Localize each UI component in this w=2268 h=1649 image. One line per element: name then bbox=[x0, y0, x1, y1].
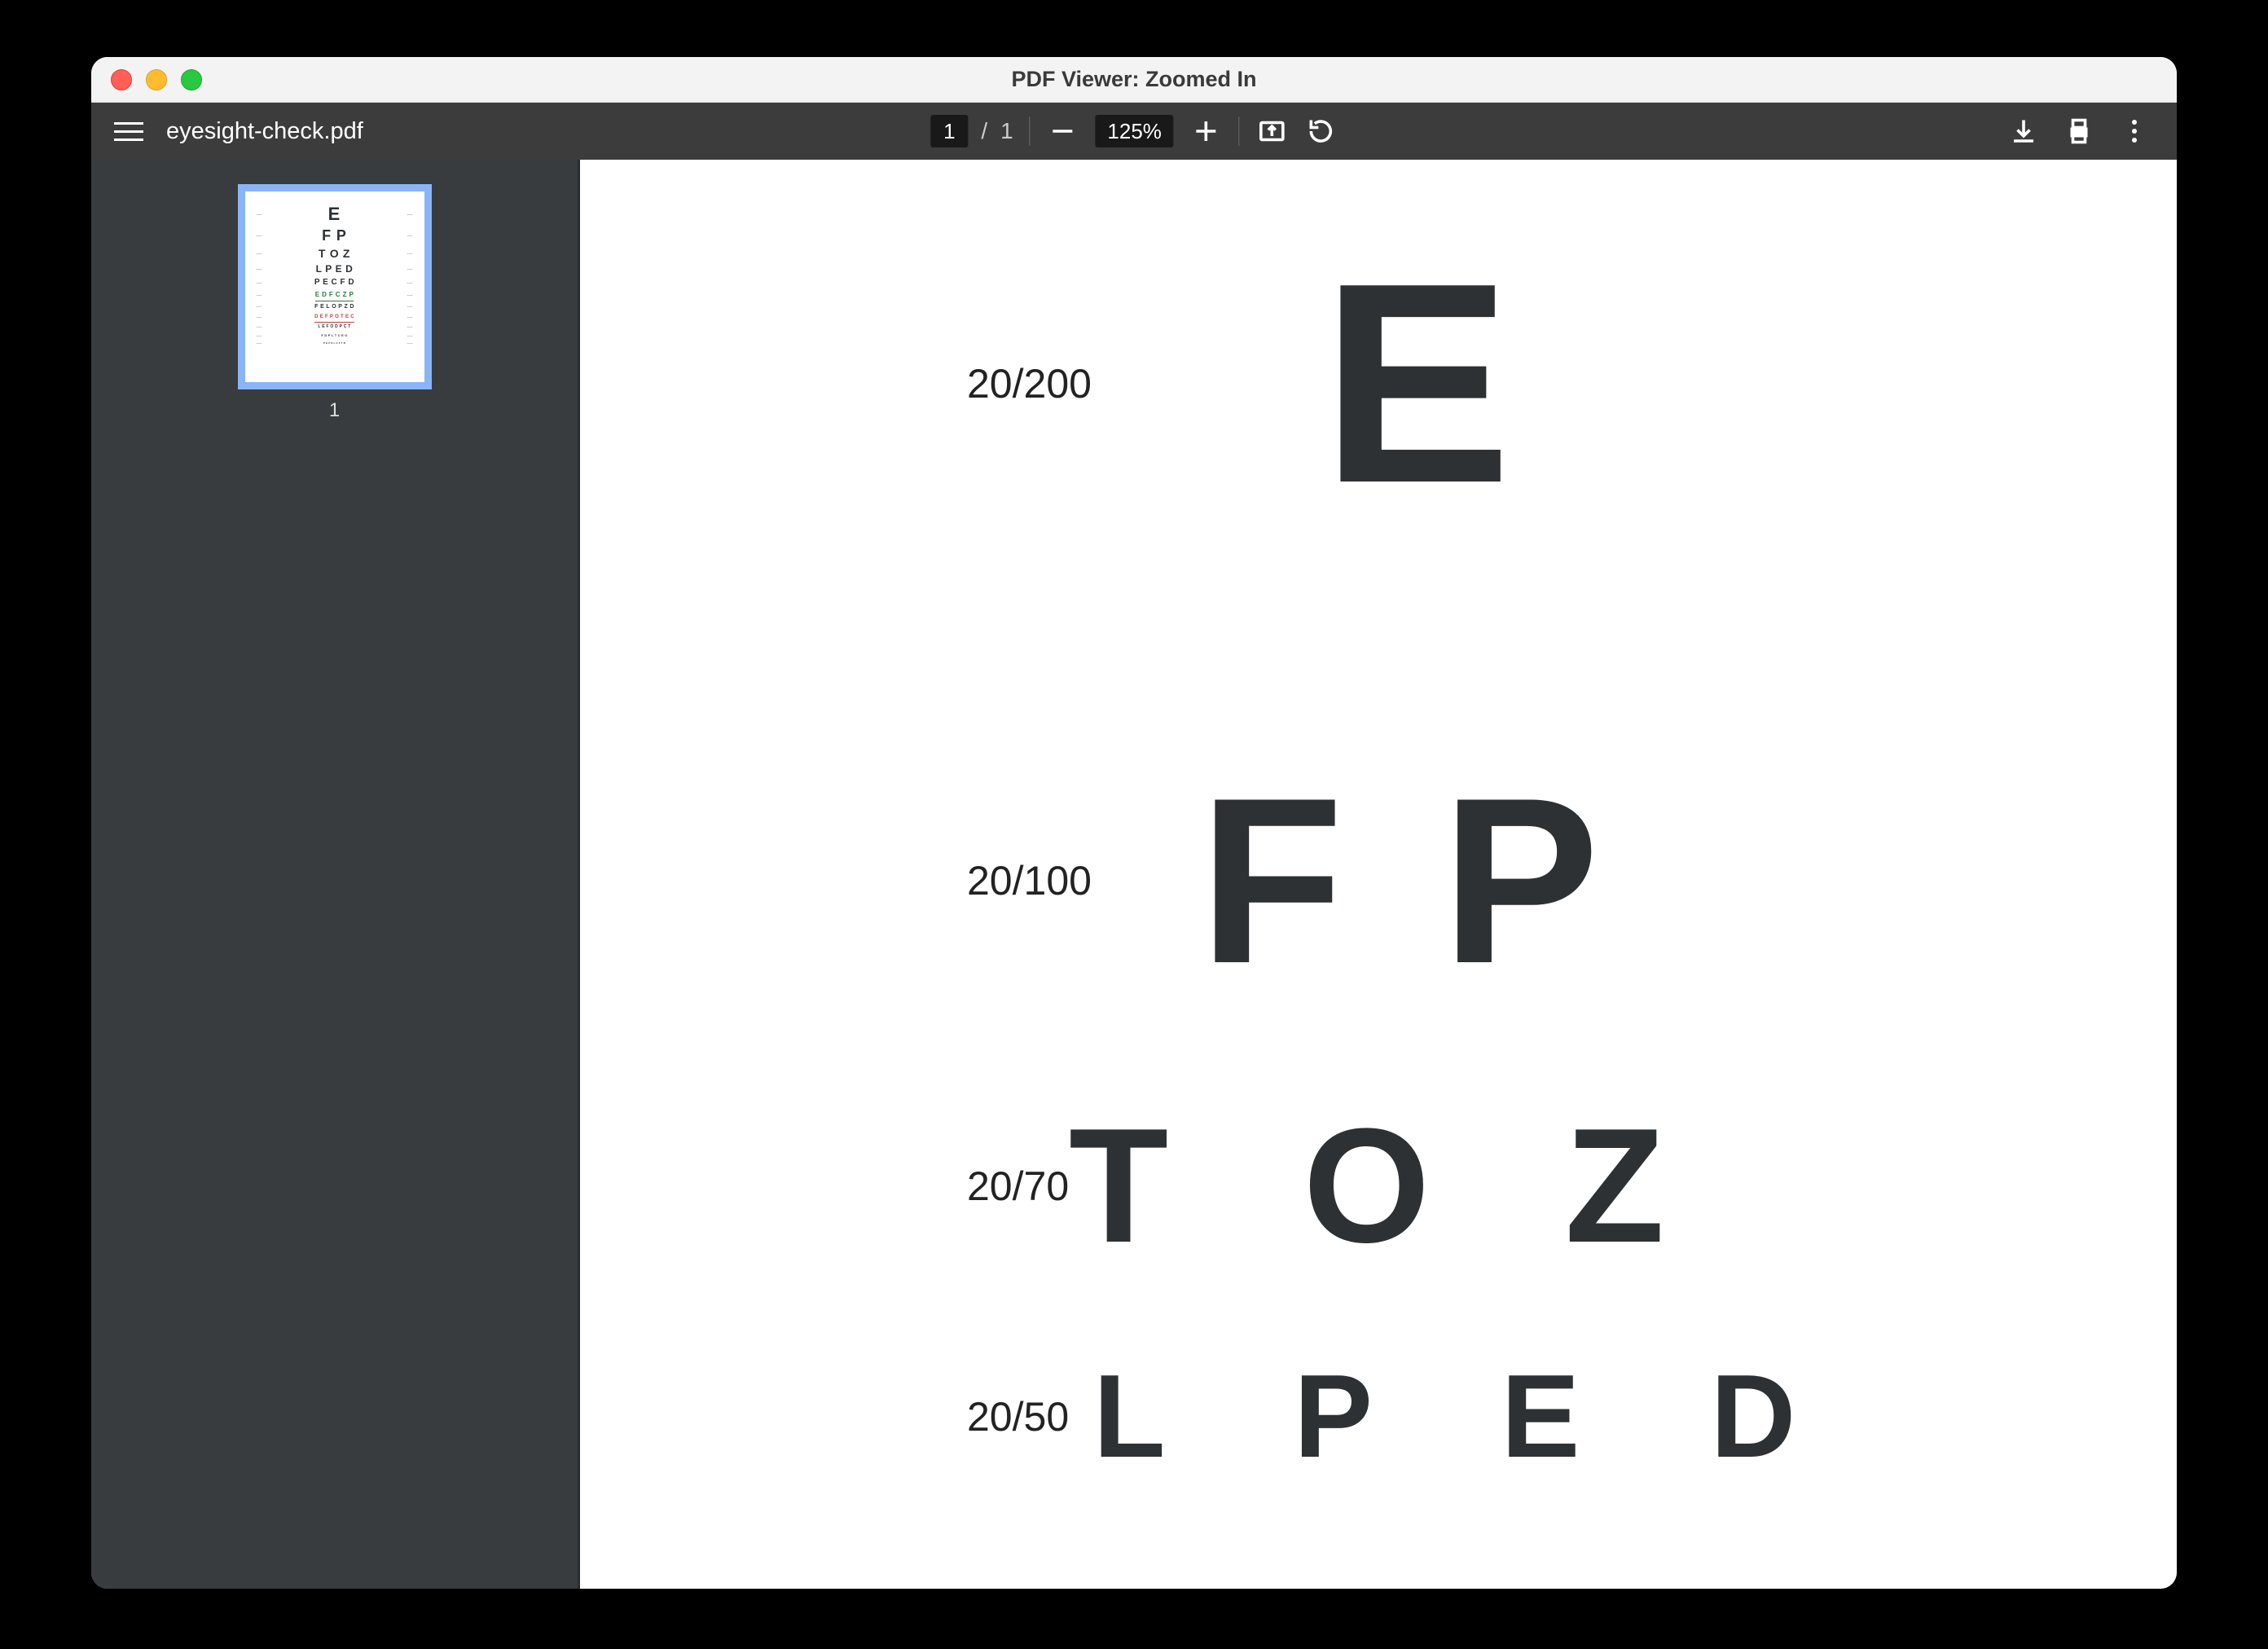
document-viewport[interactable]: 20/200 E 20/100 F P 20/70T O Z 20/50 L P E D bbox=[580, 160, 2177, 1589]
thumb-chart-line: —L E F O D P C T— bbox=[245, 323, 424, 332]
thumbnail-sidebar[interactable]: —E——F P——T O Z——L P E D——P E C F D——E D … bbox=[91, 160, 580, 1589]
minimize-window-button[interactable] bbox=[146, 69, 167, 90]
pdf-toolbar: eyesight-check.pdf / 1 125% bbox=[91, 103, 2177, 160]
eye-chart-letters: L P E D bbox=[1093, 1357, 1844, 1475]
divider bbox=[1239, 117, 1240, 146]
traffic-lights bbox=[111, 69, 202, 90]
thumb-chart-line: —F E L O P Z D— bbox=[245, 301, 424, 312]
maximize-window-button[interactable] bbox=[181, 69, 202, 90]
page-navigator: / 1 bbox=[930, 115, 1013, 147]
acuity-label: 20/100 bbox=[967, 857, 1092, 904]
pdf-page: 20/200 E 20/100 F P 20/70T O Z 20/50 L P E D bbox=[580, 160, 2177, 1589]
thumb-chart-line: —P E C F D— bbox=[245, 276, 424, 289]
content-area: —E——F P——T O Z——L P E D——P E C F D——E D … bbox=[91, 160, 2177, 1589]
acuity-label: 20/200 bbox=[967, 360, 1092, 407]
thumb-chart-line: —F P— bbox=[245, 226, 424, 245]
eye-chart-row: 20/100 F P bbox=[580, 763, 2177, 999]
fit-page-button[interactable] bbox=[1256, 115, 1289, 147]
window-title: PDF Viewer: Zoomed In bbox=[1011, 67, 1256, 92]
more-options-button[interactable] bbox=[2118, 115, 2151, 147]
eye-chart-letters: F P bbox=[1199, 763, 1615, 999]
menu-button[interactable] bbox=[114, 117, 143, 146]
thumb-chart-line: —E— bbox=[245, 203, 424, 226]
page-number-input[interactable] bbox=[930, 115, 968, 147]
document-filename: eyesight-check.pdf bbox=[166, 118, 363, 145]
acuity-label: 20/50 bbox=[967, 1393, 1069, 1440]
page-total: 1 bbox=[1000, 118, 1013, 144]
thumb-chart-line: —F D P L T C E O— bbox=[245, 332, 424, 340]
close-window-button[interactable] bbox=[111, 69, 132, 90]
print-button[interactable] bbox=[2063, 115, 2095, 147]
more-icon bbox=[2132, 120, 2137, 143]
acuity-label: 20/70 bbox=[967, 1163, 1069, 1210]
thumb-chart-line: —D E F P O T E C— bbox=[245, 312, 424, 323]
thumb-chart-line: —P E Z O L C F T D— bbox=[245, 340, 424, 347]
thumbnail-page-number: 1 bbox=[329, 399, 340, 422]
thumb-chart-line: —L P E D— bbox=[245, 262, 424, 276]
zoom-level-display[interactable]: 125% bbox=[1096, 115, 1174, 147]
eye-chart-row: 20/50 L P E D bbox=[580, 1357, 2177, 1475]
rotate-button[interactable] bbox=[1305, 115, 1338, 147]
download-button[interactable] bbox=[2007, 115, 2040, 147]
divider bbox=[1030, 117, 1031, 146]
eye-chart-letters: T O Z bbox=[1069, 1105, 1709, 1268]
app-window: PDF Viewer: Zoomed In eyesight-check.pdf… bbox=[91, 57, 2177, 1589]
thumb-chart-line: —E D F C Z P— bbox=[245, 289, 424, 301]
page-separator: / bbox=[981, 118, 987, 144]
eye-chart-row: 20/200 E bbox=[580, 241, 2177, 526]
thumb-chart-line: —T O Z— bbox=[245, 245, 424, 262]
eye-chart-row: 20/70T O Z bbox=[580, 1105, 2177, 1268]
zoom-in-button[interactable] bbox=[1190, 115, 1223, 147]
zoom-out-button[interactable] bbox=[1047, 115, 1079, 147]
titlebar: PDF Viewer: Zoomed In bbox=[91, 57, 2177, 103]
page-thumbnail[interactable]: —E——F P——T O Z——L P E D——P E C F D——E D … bbox=[238, 184, 432, 389]
eye-chart-letters: E bbox=[1321, 241, 1511, 526]
